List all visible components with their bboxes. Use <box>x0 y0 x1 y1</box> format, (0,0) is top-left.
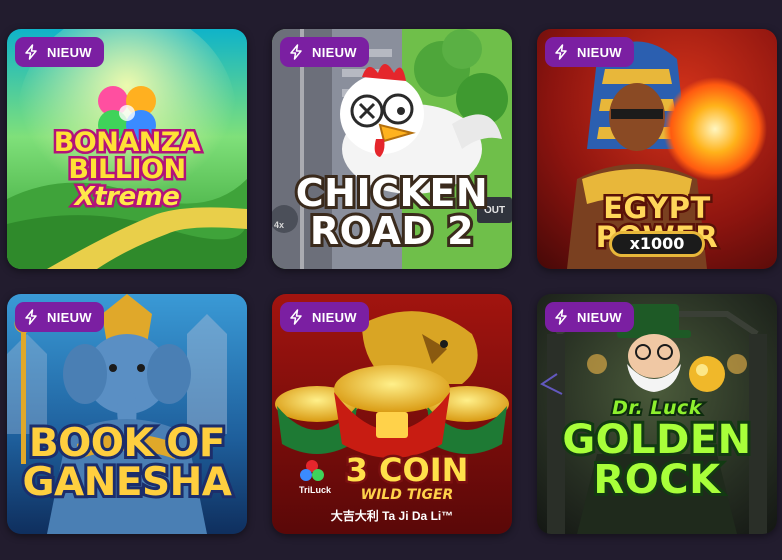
new-badge: NIEUW <box>545 37 634 67</box>
game-title-line-1: 3 COIN <box>343 451 471 489</box>
new-badge-label: NIEUW <box>47 309 92 325</box>
game-card-3-coin-wild-tiger[interactable]: NIEUW TriLuck 3 COIN WILD TIGER 大吉大利 Ta … <box>272 294 512 534</box>
lightning-icon <box>555 309 567 325</box>
game-card-golden-rock[interactable]: NIEUW Dr. Luck GOLDEN ROCK <box>537 294 777 534</box>
game-title-line-3: ROCK <box>590 457 723 503</box>
game-title: BONANZA BILLION Xtreme <box>7 127 247 213</box>
lightning-icon <box>290 44 302 60</box>
game-title: BOOK OF GANESHA <box>7 421 247 505</box>
game-title-line-2: WILD TIGER <box>359 487 455 504</box>
new-badge: NIEUW <box>280 302 369 332</box>
multiplier-pill: x1000 <box>609 231 705 257</box>
new-badge-label: NIEUW <box>312 44 357 60</box>
game-title-line-2: BILLION <box>66 154 189 186</box>
game-title: CHICKEN ROAD 2 <box>272 171 512 253</box>
game-title-line-3: 大吉大利 Ta Ji Da Li™ <box>330 509 454 523</box>
new-badge-label: NIEUW <box>47 44 92 60</box>
new-badge: NIEUW <box>545 302 634 332</box>
game-card-egypt-power[interactable]: NIEUW EGYPT POWER x1000 <box>537 29 777 269</box>
game-title: Dr. Luck GOLDEN ROCK <box>537 397 777 504</box>
lightning-icon <box>555 44 567 60</box>
new-badge: NIEUW <box>280 37 369 67</box>
game-title-line-1: Dr. Luck <box>610 397 703 420</box>
new-badge-label: NIEUW <box>577 309 622 325</box>
new-badge-label: NIEUW <box>312 309 357 325</box>
game-title-line-3: Xtreme <box>72 182 182 213</box>
game-title-line-2: ROAD 2 <box>307 209 477 253</box>
new-badge: NIEUW <box>15 302 104 332</box>
game-card-chicken-road-2[interactable]: NIEUW 4x OUT CHICKEN ROAD 2 <box>272 29 512 269</box>
lightning-icon <box>290 309 302 325</box>
new-badge: NIEUW <box>15 37 104 67</box>
game-title-line-2: GANESHA <box>20 460 235 505</box>
game-card-bonanza-billion-xtreme[interactable]: NIEUW BONANZA BILLION Xtreme <box>7 29 247 269</box>
game-card-book-of-ganesha[interactable]: NIEUW BOOK OF GANESHA <box>7 294 247 534</box>
new-games-grid: NIEUW BONANZA BILLION Xtreme NIEUW 4x OU… <box>0 0 782 560</box>
new-badge-label: NIEUW <box>577 44 622 60</box>
lightning-icon <box>25 309 37 325</box>
game-title: 3 COIN WILD TIGER 大吉大利 Ta Ji Da Li™ <box>302 451 512 523</box>
lightning-icon <box>25 44 37 60</box>
